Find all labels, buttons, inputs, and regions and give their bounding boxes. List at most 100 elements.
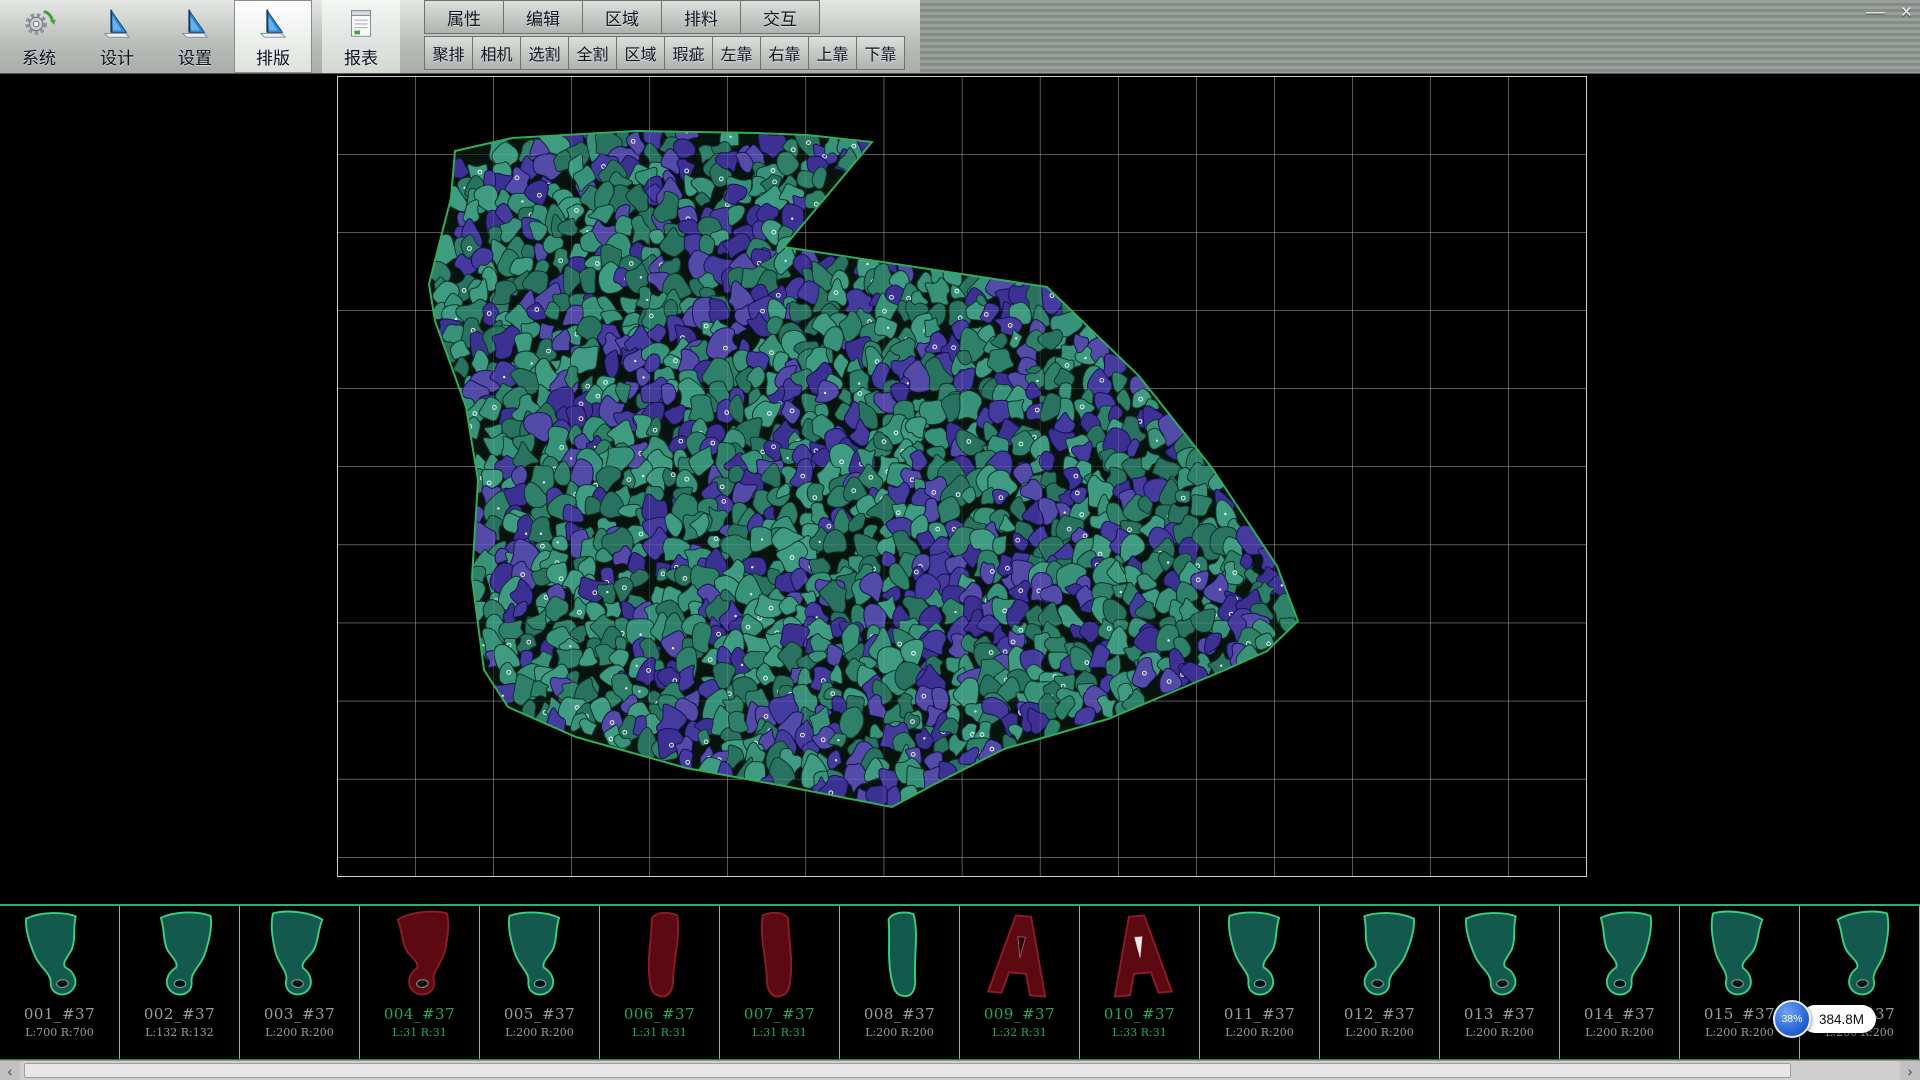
menu-tab[interactable]: 属性 xyxy=(424,0,504,34)
piece-thumbnail[interactable]: 010_#37L:33 R:31 xyxy=(1080,906,1200,1059)
toolbar-stripe-decor xyxy=(920,0,1920,73)
menu-tab[interactable]: 区域 xyxy=(582,0,662,34)
piece-id-label: 009_#37 xyxy=(984,1005,1055,1023)
menu-tab[interactable]: 排料 xyxy=(661,0,741,34)
gear-icon xyxy=(22,4,56,42)
piece-lr-label: L:31 R:31 xyxy=(752,1026,807,1039)
piece-shape-icon xyxy=(618,908,702,1004)
piece-thumbnail[interactable]: 006_#37L:31 R:31 xyxy=(600,906,720,1059)
piece-shape-icon xyxy=(1338,908,1422,1004)
app-button-label: 设置 xyxy=(178,44,212,69)
memory-value: 384.8M xyxy=(1819,1012,1864,1027)
piece-shape-icon xyxy=(1218,908,1302,1004)
piece-id-label: 015_#37 xyxy=(1704,1005,1775,1023)
grid-area[interactable] xyxy=(337,76,1587,877)
piece-id-label: 011_#37 xyxy=(1224,1005,1295,1023)
memory-badge: 384.8M xyxy=(1801,1005,1876,1033)
close-button[interactable]: × xyxy=(1901,2,1912,24)
app-button-1[interactable]: 系统 xyxy=(0,0,78,73)
piece-thumbnail[interactable]: 008_#37L:200 R:200 xyxy=(840,906,960,1059)
tool-button[interactable]: 右靠 xyxy=(760,36,809,70)
tool-button[interactable]: 瑕疵 xyxy=(664,36,713,70)
piece-lr-label: L:200 R:200 xyxy=(505,1026,574,1039)
piece-shape-icon xyxy=(18,908,102,1004)
app-button-3[interactable]: 设置 xyxy=(156,0,234,73)
tool-button[interactable]: 全割 xyxy=(568,36,617,70)
piece-id-label: 014_#37 xyxy=(1584,1005,1655,1023)
piece-shape-icon xyxy=(1458,908,1542,1004)
nesting-svg xyxy=(337,76,1587,877)
scrollbar-thumb[interactable] xyxy=(24,1063,1791,1078)
piece-lr-label: L:31 R:31 xyxy=(392,1026,447,1039)
piece-thumbnail[interactable]: 005_#37 L:200 R:200 xyxy=(480,906,600,1059)
tool-button[interactable]: 上靠 xyxy=(808,36,857,70)
app-button-label: 设计 xyxy=(100,44,134,69)
piece-lr-label: L:200 R:200 xyxy=(1225,1026,1294,1039)
piece-id-label: 001_#37 xyxy=(24,1005,95,1023)
piece-list: 001_#37L:700 R:700 002_#37 L:132 R:132 003_… xyxy=(0,904,1920,1060)
piece-shape-icon xyxy=(378,908,462,1004)
menu-tabs: 属性编辑区域排料交互 xyxy=(425,0,905,34)
piece-shape-icon xyxy=(738,908,822,1004)
piece-lr-label: L:132 R:132 xyxy=(145,1026,214,1039)
scroll-right-arrow[interactable]: › xyxy=(1900,1061,1920,1080)
piece-thumbnail[interactable]: 003_#37 L:200 R:200 xyxy=(240,906,360,1059)
app-button-label: 报表 xyxy=(344,44,378,69)
app-button-2[interactable]: 设计 xyxy=(78,0,156,73)
piece-lr-label: L:33 R:31 xyxy=(1112,1026,1167,1039)
piece-shape-icon xyxy=(258,908,342,1004)
app-button-4[interactable]: 排版 xyxy=(234,0,312,73)
tool-button[interactable]: 下靠 xyxy=(856,36,905,70)
app-button-5[interactable]: 报表 xyxy=(322,0,400,73)
piece-lr-label: L:200 R:200 xyxy=(265,1026,334,1039)
piece-shape-icon xyxy=(498,908,582,1004)
piece-id-label: 007_#37 xyxy=(744,1005,815,1023)
tool-button[interactable]: 相机 xyxy=(472,36,521,70)
piece-id-label: 003_#37 xyxy=(264,1005,335,1023)
piece-thumbnail[interactable]: 013_#37L:200 R:200 xyxy=(1440,906,1560,1059)
progress-percent: 38% xyxy=(1781,1013,1802,1025)
piece-lr-label: L:200 R:200 xyxy=(1345,1026,1414,1039)
menu-tab[interactable]: 交互 xyxy=(740,0,820,34)
progress-badge: 38% xyxy=(1773,1000,1811,1038)
piece-thumbnail[interactable]: 004_#37 L:31 R:31 xyxy=(360,906,480,1059)
piece-lr-label: L:200 R:200 xyxy=(865,1026,934,1039)
piece-shape-icon xyxy=(978,908,1062,1004)
sail-icon xyxy=(100,4,134,42)
piece-shape-icon xyxy=(1098,908,1182,1004)
report-icon xyxy=(344,4,378,42)
piece-thumbnail[interactable]: 002_#37 L:132 R:132 xyxy=(120,906,240,1059)
horizontal-scrollbar[interactable]: ‹ › xyxy=(0,1060,1920,1080)
piece-shape-icon xyxy=(858,908,942,1004)
piece-id-label: 005_#37 xyxy=(504,1005,575,1023)
tool-button[interactable]: 选割 xyxy=(520,36,569,70)
piece-shape-icon xyxy=(1698,908,1782,1004)
piece-lr-label: L:200 R:200 xyxy=(1585,1026,1654,1039)
piece-id-label: 002_#37 xyxy=(144,1005,215,1023)
piece-thumbnail[interactable]: 011_#37 L:200 R:200 xyxy=(1200,906,1320,1059)
piece-thumbnail[interactable]: 014_#37 L:200 R:200 xyxy=(1560,906,1680,1059)
minimize-button[interactable]: — xyxy=(1866,2,1885,24)
app-button-label: 排版 xyxy=(256,44,290,69)
piece-thumbnail[interactable]: 001_#37L:700 R:700 xyxy=(0,906,120,1059)
piece-lr-label: L:200 R:200 xyxy=(1705,1026,1774,1039)
tool-button[interactable]: 左靠 xyxy=(712,36,761,70)
piece-id-label: 004_#37 xyxy=(384,1005,455,1023)
tool-button[interactable]: 区域 xyxy=(616,36,665,70)
scrollbar-track[interactable] xyxy=(20,1061,1900,1080)
app-buttons: 系统 设计 设置 排版 报表 xyxy=(0,0,400,73)
piece-lr-label: L:31 R:31 xyxy=(632,1026,687,1039)
nesting-canvas[interactable] xyxy=(0,74,1920,904)
status-overlay: 38% 384.8M xyxy=(1773,1000,1876,1038)
sail-icon xyxy=(178,4,212,42)
scroll-left-arrow[interactable]: ‹ xyxy=(0,1061,20,1080)
menu-tab[interactable]: 编辑 xyxy=(503,0,583,34)
piece-lr-label: L:32 R:31 xyxy=(992,1026,1047,1039)
app-window: 系统 设计 设置 排版 报表 属性编辑区域排料交互 聚排相机选割全割区域瑕疵左靠右靠上靠… xyxy=(0,0,1920,1080)
tool-button[interactable]: 聚排 xyxy=(424,36,473,70)
piece-thumbnail[interactable]: 007_#37 L:31 R:31 xyxy=(720,906,840,1059)
piece-thumbnail[interactable]: 012_#37L:200 R:200 xyxy=(1320,906,1440,1059)
app-button-label: 系统 xyxy=(22,44,56,69)
piece-thumbnail[interactable]: 009_#37 L:32 R:31 xyxy=(960,906,1080,1059)
piece-id-label: 013_#37 xyxy=(1464,1005,1535,1023)
